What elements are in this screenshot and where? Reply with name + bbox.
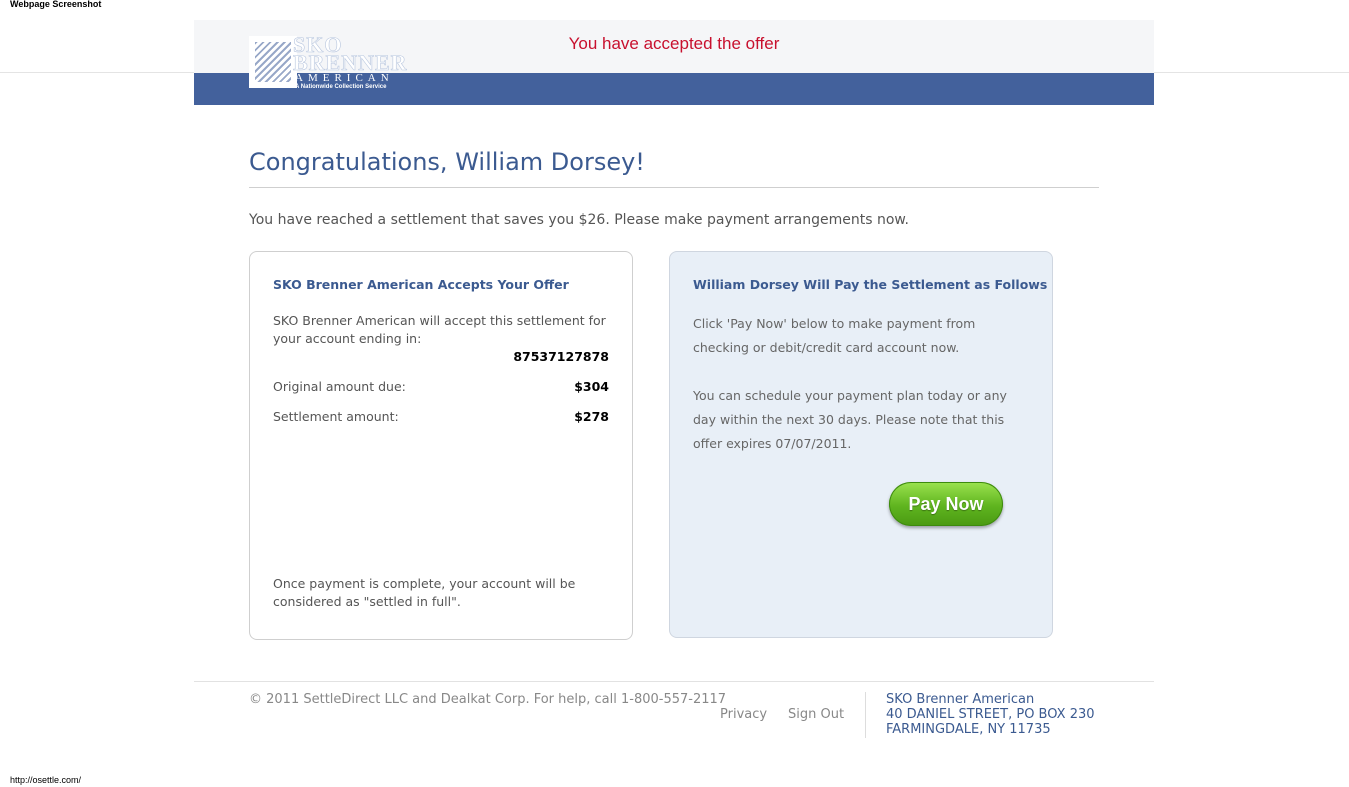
company-logo[interactable]: SKO BRENNER AMERICAN A Nationwide Collec… bbox=[249, 33, 419, 90]
schedule-payment-note: You can schedule your payment plan today… bbox=[693, 388, 1007, 451]
payment-instructions-heading: William Dorsey Will Pay the Settlement a… bbox=[693, 277, 1048, 292]
logo-text-brenner: BRENNER bbox=[293, 50, 408, 75]
footer-divider bbox=[194, 681, 1154, 682]
title-divider bbox=[249, 187, 1099, 188]
privacy-link[interactable]: Privacy bbox=[720, 707, 767, 722]
screenshot-label: Webpage Screenshot bbox=[10, 0, 102, 9]
page-title: Congratulations, William Dorsey! bbox=[249, 148, 645, 176]
address-company-name: SKO Brenner American bbox=[886, 692, 1035, 707]
account-number: 87537127878 bbox=[513, 349, 609, 364]
logo-stripes bbox=[255, 42, 291, 82]
payment-instructions-box: William Dorsey Will Pay the Settlement a… bbox=[669, 251, 1053, 638]
page-url-label: http://osettle.com/ bbox=[10, 775, 82, 785]
sign-out-link[interactable]: Sign Out bbox=[788, 707, 844, 722]
logo-tagline: A Nationwide Collection Service bbox=[295, 84, 387, 90]
address-street: 40 DANIEL STREET, PO BOX 230 bbox=[886, 707, 1095, 722]
offer-summary-heading: SKO Brenner American Accepts Your Offer bbox=[273, 277, 569, 292]
header: You have accepted the offer SKO BRENNER … bbox=[194, 20, 1154, 105]
settlement-amount-label: Settlement amount: bbox=[273, 409, 399, 424]
logo-text-american: AMERICAN bbox=[295, 72, 394, 84]
savings-message: You have reached a settlement that saves… bbox=[249, 212, 910, 228]
original-amount-value: $304 bbox=[574, 379, 609, 394]
address-city: FARMINGDALE, NY 11735 bbox=[886, 722, 1051, 737]
footer-separator bbox=[865, 692, 866, 738]
pay-now-instructions: Click 'Pay Now' below to make payment fr… bbox=[693, 316, 976, 355]
settlement-amount-value: $278 bbox=[574, 409, 609, 424]
original-amount-label: Original amount due: bbox=[273, 379, 406, 394]
pay-now-button[interactable]: Pay Now bbox=[889, 482, 1003, 526]
offer-summary-box: SKO Brenner American Accepts Your Offer … bbox=[249, 251, 633, 640]
logo-emblem bbox=[249, 36, 297, 88]
account-intro-text: SKO Brenner American will accept this se… bbox=[273, 313, 606, 346]
copyright-text: © 2011 SettleDirect LLC and Dealkat Corp… bbox=[249, 692, 727, 707]
settled-in-full-note: Once payment is complete, your account w… bbox=[273, 576, 576, 609]
